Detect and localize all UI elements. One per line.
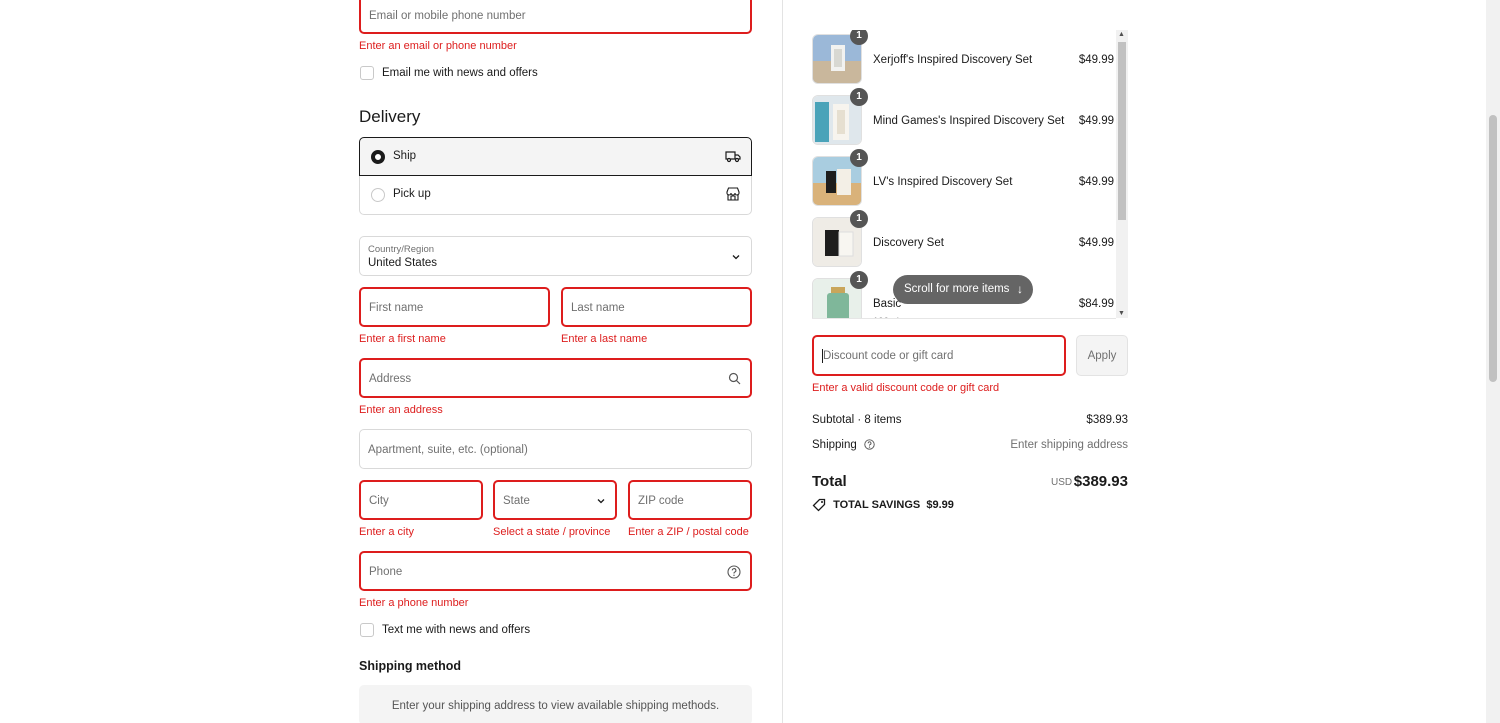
zip-field[interactable]: ZIP code — [628, 480, 752, 520]
country-label: Country/Region — [368, 244, 435, 255]
shipping-method-heading: Shipping method — [359, 659, 462, 673]
text-news-checkbox[interactable] — [360, 623, 374, 637]
total-value: $389.93 — [1073, 473, 1128, 490]
address-placeholder: Address — [369, 373, 412, 385]
delivery-option-pickup[interactable]: Pick up — [359, 176, 752, 215]
first-name-error: Enter a first name — [359, 333, 446, 345]
cart-item: 1 LV's Inspired Discovery Set $49.99 — [812, 149, 1128, 206]
page-scrollbar[interactable] — [1486, 0, 1500, 723]
apply-button[interactable]: Apply — [1076, 335, 1128, 376]
arrow-down-icon: ↓ — [1017, 282, 1023, 296]
email-field[interactable]: Email or mobile phone number — [359, 0, 752, 34]
cart-divider — [812, 318, 1116, 319]
state-error: Select a state / province — [493, 526, 611, 538]
item-name: Discovery Set — [873, 237, 944, 249]
help-icon[interactable] — [864, 439, 875, 450]
cart-item: 1 Discovery Set $49.99 — [812, 210, 1128, 267]
delivery-heading: Delivery — [359, 107, 421, 126]
shipping-method-message: Enter your shipping address to view avai… — [391, 700, 720, 712]
quantity-badge: 1 — [850, 149, 868, 167]
cart-scrollbar-thumb[interactable] — [1118, 42, 1126, 220]
chevron-down-icon — [732, 255, 740, 260]
delivery-option-ship[interactable]: Ship — [359, 137, 752, 176]
phone-field[interactable]: Phone — [359, 551, 752, 591]
email-news-checkbox[interactable] — [360, 66, 374, 80]
city-error: Enter a city — [359, 526, 415, 538]
address-error: Enter an address — [359, 404, 443, 416]
cart-scrollbar[interactable]: ▲ ▼ — [1116, 30, 1128, 318]
checkout-page: Email or mobile phone number Enter an em… — [0, 0, 1500, 723]
item-name: LV's Inspired Discovery Set — [873, 176, 1013, 188]
item-name: Mind Games's Inspired Discovery Set — [873, 115, 1065, 127]
scroll-up-arrow-icon[interactable]: ▲ — [1118, 31, 1125, 38]
phone-error: Enter a phone number — [359, 597, 469, 609]
first-name-placeholder: First name — [369, 302, 424, 314]
shipping-value: Enter shipping address — [1010, 439, 1128, 451]
shipping-method-box: Enter your shipping address to view avai… — [359, 685, 752, 723]
zip-placeholder: ZIP code — [638, 495, 684, 507]
help-icon[interactable] — [727, 565, 741, 579]
last-name-placeholder: Last name — [571, 302, 625, 314]
quantity-badge: 1 — [850, 210, 868, 228]
scroll-down-arrow-icon[interactable]: ▼ — [1118, 310, 1125, 317]
discount-placeholder: Discount code or gift card — [823, 350, 954, 362]
apartment-field[interactable]: Apartment, suite, etc. (optional) — [359, 429, 752, 469]
item-price: $84.99 — [1078, 298, 1114, 310]
city-field[interactable]: City — [359, 480, 483, 520]
address-field[interactable]: Address — [359, 358, 752, 398]
store-icon — [726, 187, 740, 201]
zip-error: Enter a ZIP / postal code — [628, 526, 749, 538]
total-currency: USD — [1051, 477, 1073, 488]
savings-label: TOTAL SAVINGS — [833, 498, 921, 511]
discount-tag-icon — [812, 498, 826, 512]
item-price: $49.99 — [1078, 115, 1114, 127]
search-icon — [728, 372, 741, 385]
quantity-badge: 1 — [850, 271, 868, 289]
phone-placeholder: Phone — [369, 566, 403, 578]
page-scrollbar-thumb[interactable] — [1489, 115, 1497, 382]
column-divider — [782, 0, 783, 723]
ship-radio[interactable] — [371, 150, 385, 164]
discount-error: Enter a valid discount code or gift card — [812, 382, 1000, 394]
shipping-label: Shipping — [812, 439, 857, 451]
last-name-field[interactable]: Last name — [561, 287, 752, 327]
email-placeholder: Email or mobile phone number — [369, 10, 526, 22]
item-price: $49.99 — [1078, 237, 1114, 249]
truck-icon — [725, 151, 741, 163]
subtotal-label: Subtotal · 8 items — [812, 414, 902, 426]
cart-item: 1 Mind Games's Inspired Discovery Set $4… — [812, 88, 1128, 145]
text-news-label: Text me with news and offers — [382, 624, 531, 636]
quantity-badge: 1 — [850, 30, 868, 45]
state-select[interactable]: State — [493, 480, 617, 520]
item-price: $49.99 — [1078, 54, 1114, 66]
pickup-radio[interactable] — [371, 188, 385, 202]
last-name-error: Enter a last name — [561, 333, 648, 345]
ship-label: Ship — [393, 150, 417, 162]
country-select[interactable]: Country/Region United States — [359, 236, 752, 276]
discount-input[interactable]: Discount code or gift card — [812, 335, 1066, 376]
item-price: $49.99 — [1078, 176, 1114, 188]
quantity-badge: 1 — [850, 88, 868, 106]
apartment-placeholder: Apartment, suite, etc. (optional) — [368, 444, 528, 456]
first-name-field[interactable]: First name — [359, 287, 550, 327]
subtotal-value: $389.93 — [1086, 414, 1128, 426]
email-error: Enter an email or phone number — [359, 40, 517, 52]
total-label: Total — [812, 473, 847, 490]
scroll-more-button[interactable]: Scroll for more items ↓ — [893, 275, 1033, 304]
country-value: United States — [368, 257, 438, 269]
scroll-more-label: Scroll for more items — [904, 283, 1010, 295]
chevron-down-icon — [597, 499, 605, 504]
email-news-label: Email me with news and offers — [382, 67, 538, 79]
savings-value: $9.99 — [926, 498, 954, 511]
state-placeholder: State — [503, 495, 530, 507]
shipping-row: Shipping — [812, 439, 875, 451]
item-name: Xerjoff's Inspired Discovery Set — [873, 54, 1033, 66]
city-placeholder: City — [369, 495, 389, 507]
cart-item: 1 Xerjoff's Inspired Discovery Set $49.9… — [812, 30, 1128, 84]
pickup-label: Pick up — [393, 188, 431, 200]
total-savings: TOTAL SAVINGS $9.99 — [812, 498, 954, 512]
